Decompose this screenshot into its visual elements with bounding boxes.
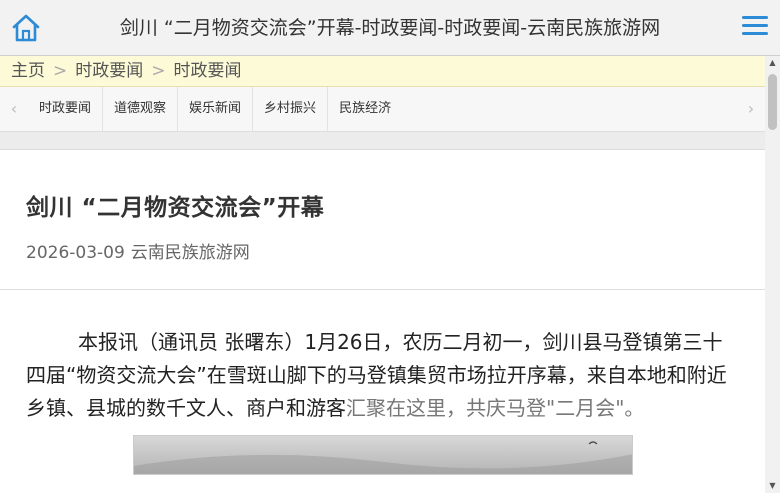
scroll-up-arrow-icon[interactable]: ▲ [765, 56, 780, 70]
chevron-left-icon[interactable]: ‹ [0, 87, 28, 131]
vertical-scrollbar[interactable]: ▲ ▼ [765, 56, 780, 493]
top-bar: 剑川 “二月物资交流会”开幕-时政要闻-时政要闻-云南民族旅游网 [0, 0, 780, 56]
article-source: 云南民族旅游网 [130, 243, 250, 263]
hamburger-menu-icon[interactable] [742, 16, 768, 40]
article-body: 本报讯（通讯员 张曙东）1月26日，农历二月初一，剑川县马登镇第三十四届“物资交… [0, 290, 765, 425]
photo-placeholder [134, 441, 632, 474]
breadcrumb: 主页 > 时政要闻 > 时政要闻 [0, 56, 765, 87]
tab-rural-revitalization[interactable]: 乡村振兴 [253, 87, 329, 131]
category-tabs: 时政要闻 道德观察 娱乐新闻 乡村振兴 民族经济 [28, 87, 402, 131]
article-meta: 2026-03-09 云南民族旅游网 [26, 238, 739, 263]
breadcrumb-subcategory[interactable]: 时政要闻 [174, 61, 242, 81]
tab-entertainment[interactable]: 娱乐新闻 [178, 87, 254, 131]
menu-line [742, 32, 768, 35]
category-nav: ‹ 时政要闻 道德观察 娱乐新闻 乡村振兴 民族经济 › [0, 87, 765, 132]
article-date: 2026-03-09 [26, 243, 125, 263]
paragraph-text-faded: 汇聚在这里，共庆马登"二月会"。 [346, 396, 645, 420]
divider-band [0, 132, 765, 150]
menu-line [742, 24, 768, 27]
chevron-right-icon[interactable]: › [737, 87, 765, 131]
article-title: 剑川 “二月物资交流会”开幕 [26, 195, 325, 221]
article-header: 剑川 “二月物资交流会”开幕 2026-03-09 云南民族旅游网 [0, 150, 765, 290]
article-image [133, 435, 633, 475]
breadcrumb-separator: > [151, 61, 166, 81]
breadcrumb-separator: > [53, 61, 68, 81]
tab-ethnic-economy[interactable]: 民族经济 [328, 87, 402, 131]
scrollbar-thumb[interactable] [768, 74, 777, 130]
home-icon[interactable] [10, 12, 42, 44]
tab-politics[interactable]: 时政要闻 [28, 87, 104, 131]
main-content: 主页 > 时政要闻 > 时政要闻 ‹ 时政要闻 道德观察 娱乐新闻 乡村振兴 民族经济 … [0, 56, 765, 493]
page-title: 剑川 “二月物资交流会”开幕-时政要闻-时政要闻-云南民族旅游网 [119, 17, 661, 39]
scroll-down-arrow-icon[interactable]: ▼ [765, 479, 780, 493]
menu-line [742, 16, 768, 19]
tab-morality[interactable]: 道德观察 [103, 87, 179, 131]
breadcrumb-category[interactable]: 时政要闻 [75, 61, 143, 81]
breadcrumb-home[interactable]: 主页 [11, 61, 45, 81]
article-paragraph: 本报讯（通讯员 张曙东）1月26日，农历二月初一，剑川县马登镇第三十四届“物资交… [26, 326, 729, 425]
